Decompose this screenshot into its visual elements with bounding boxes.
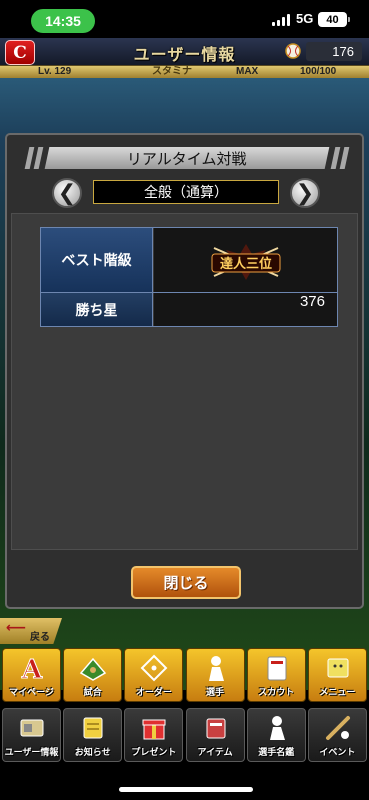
wins-row: 勝ち星 376 bbox=[41, 293, 337, 326]
wins-value: 376 bbox=[299, 293, 325, 310]
stadium-icon bbox=[80, 657, 107, 681]
nav-label: 選手 bbox=[206, 688, 225, 698]
status-bar: 14:35 5G 40 bbox=[0, 0, 369, 38]
wins-label: 勝ち星 bbox=[41, 293, 153, 326]
best-rank-value: 達人三位 bbox=[154, 228, 337, 292]
player-book-icon bbox=[269, 716, 285, 740]
item-icon bbox=[206, 718, 226, 739]
nav-label: ユーザー情報 bbox=[4, 748, 59, 758]
nav-label: 選手名鑑 bbox=[258, 748, 295, 758]
back-button[interactable]: ⟵ 戻る bbox=[0, 618, 62, 644]
battery-icon: 40 bbox=[318, 12, 350, 27]
gift-icon bbox=[142, 719, 166, 740]
stamina-label: スタミナ bbox=[152, 66, 192, 77]
home-indicator bbox=[119, 787, 253, 792]
stamina-bar: Lv. 129 スタミナ MAX 100/100 bbox=[0, 66, 369, 78]
secondary-nav: ユーザー情報 お知らせ プレゼント アイテム 選手名鑑 イベント bbox=[0, 708, 369, 764]
user-card-icon bbox=[20, 719, 44, 737]
nav-label: スカウト bbox=[258, 688, 295, 698]
nav-label: イベント bbox=[319, 748, 356, 758]
dialog-title-text: リアルタイム対戦 bbox=[127, 149, 247, 168]
svg-text:達人三位: 達人三位 bbox=[220, 256, 272, 272]
back-label: 戻る bbox=[30, 632, 50, 643]
chevron-right-icon: ❯ bbox=[295, 180, 315, 206]
best-rank-label: ベスト階級 bbox=[41, 228, 153, 292]
network-label: 5G bbox=[296, 11, 314, 26]
nav-item-user-card[interactable]: ユーザー情報 bbox=[2, 708, 61, 762]
nav-item-notice[interactable]: お知らせ bbox=[63, 708, 123, 762]
nav-item-menu[interactable]: メニュー bbox=[307, 648, 367, 702]
close-button[interactable]: 閉じる bbox=[131, 566, 241, 599]
home-a-icon: A bbox=[20, 655, 43, 684]
svg-text:A: A bbox=[21, 655, 43, 683]
title-stripe-left bbox=[24, 147, 35, 169]
next-category-button[interactable]: ❯ bbox=[290, 178, 320, 208]
nav-item-stadium[interactable]: 試合 bbox=[63, 648, 123, 702]
nav-label: オーダー bbox=[135, 688, 172, 698]
player-icon bbox=[208, 656, 224, 681]
dialog-title: リアルタイム対戦 bbox=[44, 147, 330, 169]
title-stripe-right bbox=[339, 147, 350, 169]
category-filter: 全般（通算） bbox=[93, 180, 279, 204]
menu-icon bbox=[327, 658, 349, 678]
nav-item-gift[interactable]: プレゼント bbox=[124, 708, 184, 762]
wins-value-cell: 376 bbox=[154, 293, 337, 326]
stats-table: ベスト階級 達人三位 勝ち星 376 bbox=[40, 227, 338, 327]
prev-category-button[interactable]: ❮ bbox=[52, 178, 82, 208]
nav-item-home-a[interactable]: A マイページ bbox=[2, 648, 61, 702]
title-stripe-left bbox=[33, 147, 44, 169]
nav-label: お知らせ bbox=[74, 748, 111, 758]
nav-item-player-book[interactable]: 選手名鑑 bbox=[246, 708, 306, 762]
nav-label: プレゼント bbox=[131, 748, 177, 758]
title-stripe-right bbox=[330, 147, 341, 169]
nav-label: メニュー bbox=[319, 688, 356, 698]
stamina-max-badge: MAX bbox=[236, 66, 259, 77]
stamina-value: 100/100 bbox=[300, 66, 337, 77]
nav-item-item[interactable]: アイテム bbox=[185, 708, 245, 762]
signal-icon bbox=[272, 13, 292, 26]
back-arrow-icon: ⟵ bbox=[6, 620, 27, 636]
stats-panel: ベスト階級 達人三位 勝ち星 376 bbox=[11, 213, 358, 550]
best-rank-row: ベスト階級 達人三位 bbox=[41, 228, 337, 293]
scout-card-icon bbox=[267, 656, 287, 681]
rank-emblem-icon: 達人三位 bbox=[211, 244, 281, 280]
baseball-currency-icon bbox=[285, 43, 301, 59]
level-label: Lv. 129 bbox=[38, 66, 72, 77]
nav-label: アイテム bbox=[197, 748, 233, 758]
notice-icon bbox=[83, 717, 103, 739]
chevron-left-icon: ❮ bbox=[57, 180, 77, 206]
status-time: 14:35 bbox=[31, 9, 95, 33]
nav-item-event-bat[interactable]: イベント bbox=[307, 708, 367, 762]
nav-label: マイページ bbox=[9, 688, 54, 698]
nav-item-player[interactable]: 選手 bbox=[185, 648, 245, 702]
diamond-icon bbox=[140, 654, 168, 682]
primary-nav: A マイページ 試合 オーダー 選手 スカウト メニュー bbox=[0, 648, 369, 704]
event-bat-icon bbox=[325, 716, 350, 740]
realtime-battle-dialog: リアルタイム対戦 ❮ 全般（通算） ❯ ベスト階級 達人三位 勝ち星 376 閉… bbox=[5, 133, 364, 609]
nav-item-diamond[interactable]: オーダー bbox=[124, 648, 184, 702]
currency-count: 176 bbox=[306, 42, 362, 61]
game-header: C ユーザー情報 176 bbox=[0, 38, 369, 66]
nav-item-scout-card[interactable]: スカウト bbox=[246, 648, 306, 702]
nav-label: 試合 bbox=[83, 688, 102, 698]
